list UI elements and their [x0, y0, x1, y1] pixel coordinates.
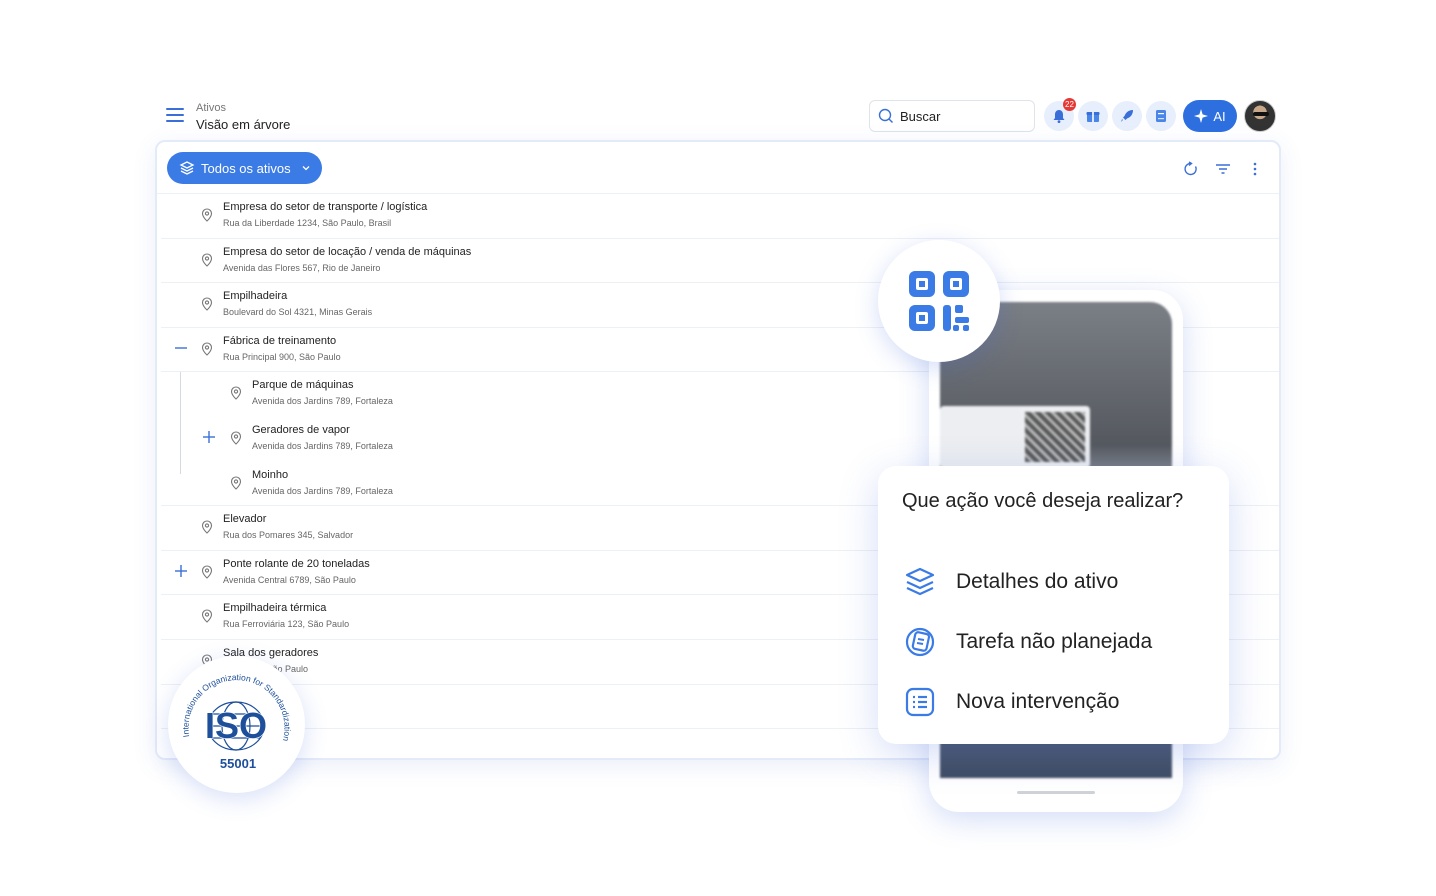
iso-certification-badge: International Organization for Standardi… [168, 656, 305, 793]
asset-name: Fábrica de treinamento [223, 334, 337, 347]
asset-name: Empresa do setor de transporte / logísti… [223, 201, 428, 213]
asset-name: Empilhadeira [223, 290, 288, 303]
kebab-menu-icon [1253, 162, 1257, 176]
location-pin-icon [201, 520, 213, 534]
filter-icon [1216, 164, 1230, 174]
gift-button[interactable] [1078, 101, 1108, 131]
layers-icon [179, 161, 195, 175]
location-pin-icon [201, 297, 213, 311]
search-icon [878, 108, 893, 123]
search-input[interactable] [900, 108, 1020, 124]
app-stage: Ativos Visão em árvore 22 AI [0, 0, 1436, 896]
ai-button[interactable]: AI [1183, 100, 1237, 132]
asset-address: Rua Principal 900, São Paulo [223, 351, 341, 362]
unplanned-task-label: Tarefa não planejada [956, 630, 1153, 653]
asset-name: Empresa do setor de locação / venda de m… [223, 245, 472, 258]
gift-icon [1086, 112, 1100, 122]
top-header: Ativos Visão em árvore 22 AI [160, 96, 1280, 140]
panel-toolbar: Todos os ativos [157, 142, 1279, 194]
asset-name: Geradores de vapor [252, 423, 350, 436]
asset-address: Avenida das Flores 567, Rio de Janeiro [223, 262, 381, 273]
filter-button[interactable] [1214, 160, 1232, 178]
qr-scan-bubble[interactable] [878, 240, 1000, 362]
action-menu-title: Que ação você deseja realizar? [902, 490, 1184, 512]
location-pin-icon [230, 386, 242, 401]
svg-text:ISO: ISO [205, 705, 267, 746]
breadcrumb-parent[interactable]: Ativos [196, 102, 226, 114]
asset-address: Avenida Central 6789, São Paulo [223, 574, 356, 585]
asset-name: Empilhadeira térmica [223, 602, 327, 615]
ai-label: AI [1213, 108, 1226, 124]
book-icon [1156, 110, 1166, 122]
location-pin-icon [201, 342, 213, 356]
location-pin-icon [201, 565, 213, 579]
chevron-down-icon [302, 166, 310, 171]
asset-address: Rua da Liberdade 1234, São Paulo, Brasil [223, 218, 392, 228]
asset-row[interactable]: Empresa do setor de locação / venda de m… [161, 239, 1279, 284]
location-pin-icon [201, 208, 213, 222]
asset-details-action[interactable]: Detalhes do ativo [902, 562, 1212, 602]
location-pin-icon [230, 431, 242, 445]
refresh-button[interactable] [1182, 160, 1200, 178]
asset-address: Rua Ferroviária 123, São Paulo [223, 619, 350, 630]
asset-row[interactable]: Empresa do setor de transporte / logísti… [161, 194, 1279, 239]
page-title: Visão em árvore [196, 117, 291, 132]
docs-button[interactable] [1146, 101, 1176, 131]
checklist-icon [902, 684, 938, 720]
search-box[interactable] [869, 100, 1035, 132]
more-options-button[interactable] [1246, 160, 1264, 178]
user-avatar[interactable] [1244, 100, 1276, 132]
asset-details-label: Detalhes do ativo [956, 570, 1119, 593]
bell-icon [1053, 110, 1065, 123]
layers-icon [902, 564, 938, 600]
location-pin-icon [201, 609, 213, 624]
asset-address: Avenida dos Jardins 789, Fortaleza [252, 440, 393, 451]
hamburger-menu-icon[interactable] [166, 108, 184, 122]
qr-code-icon [909, 271, 969, 331]
refresh-icon [1184, 161, 1197, 176]
iso-logo: International Organization for Standardi… [180, 672, 292, 771]
blurred-qr-code [1025, 412, 1085, 462]
task-icon [902, 624, 938, 660]
svg-text:55001: 55001 [220, 756, 256, 771]
new-intervention-action[interactable]: Nova intervenção [902, 682, 1212, 722]
phone-home-indicator [1017, 791, 1095, 794]
asset-address: Rua dos Pomares 345, Salvador [223, 530, 354, 541]
asset-name: Moinho [252, 468, 289, 481]
asset-name: Elevador [223, 513, 267, 526]
notifications-button[interactable]: 22 [1044, 98, 1076, 131]
asset-address: Avenida dos Jardins 789, Fortaleza [252, 485, 393, 496]
location-pin-icon [201, 253, 213, 267]
asset-name: Parque de máquinas [252, 379, 354, 392]
location-pin-icon [230, 476, 242, 490]
notification-count-badge: 22 [1063, 98, 1076, 111]
action-menu-card: Que ação você deseja realizar? Detalhes … [878, 466, 1229, 744]
asset-address: Boulevard do Sol 4321, Minas Gerais [223, 307, 373, 318]
collapse-icon[interactable] [173, 340, 189, 356]
tree-connector [180, 372, 181, 474]
launch-button[interactable] [1112, 101, 1142, 131]
asset-name: Ponte rolante de 20 toneladas [223, 557, 370, 570]
new-intervention-label: Nova intervenção [956, 690, 1120, 713]
expand-icon[interactable] [201, 429, 217, 445]
unplanned-task-action[interactable]: Tarefa não planejada [902, 622, 1212, 662]
asset-address: Avenida dos Jardins 789, Fortaleza [252, 396, 393, 407]
all-assets-label: Todos os ativos [201, 160, 291, 176]
all-assets-dropdown[interactable]: Todos os ativos [167, 152, 322, 184]
expand-icon[interactable] [173, 563, 189, 579]
rocket-icon [1121, 110, 1133, 122]
sparkle-icon [1194, 109, 1209, 123]
